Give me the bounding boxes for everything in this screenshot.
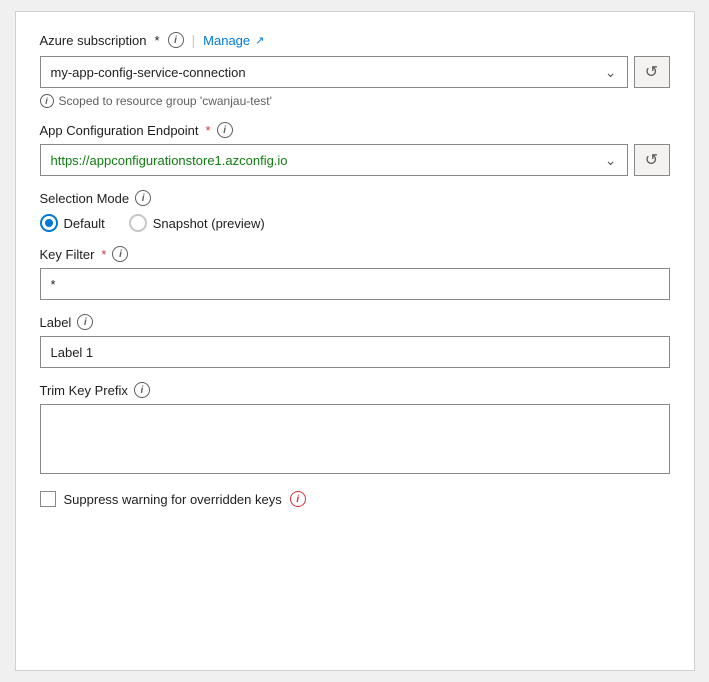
key-filter-label: Key Filter [40,247,95,262]
radio-row: Default Snapshot (preview) [40,214,670,232]
subscription-field: Azure subscription * i | Manage ↗ my-app… [40,32,670,108]
endpoint-label: App Configuration Endpoint [40,123,199,138]
label-label: Label [40,315,72,330]
subscription-dropdown-row: my-app-config-service-connection ⌄ ↺ [40,56,670,88]
scope-note: i Scoped to resource group 'cwanjau-test… [40,94,670,108]
endpoint-field: App Configuration Endpoint * i https://a… [40,122,670,176]
label-label-row: Label i [40,314,670,330]
endpoint-dropdown-row: https://appconfigurationstore1.azconfig.… [40,144,670,176]
trim-key-prefix-info-icon[interactable]: i [134,382,150,398]
radio-default-circle [40,214,58,232]
radio-snapshot[interactable]: Snapshot (preview) [129,214,265,232]
endpoint-dropdown[interactable]: https://appconfigurationstore1.azconfig.… [40,144,628,176]
trim-key-prefix-input[interactable] [40,404,670,474]
radio-snapshot-circle [129,214,147,232]
radio-default[interactable]: Default [40,214,105,232]
suppress-warning-info-icon[interactable]: i [290,491,306,507]
main-panel: Azure subscription * i | Manage ↗ my-app… [15,11,695,671]
endpoint-info-icon[interactable]: i [217,122,233,138]
label-field: Label i [40,314,670,368]
trim-key-prefix-label-row: Trim Key Prefix i [40,382,670,398]
endpoint-required: * [206,123,211,138]
endpoint-value: https://appconfigurationstore1.azconfig.… [51,153,288,168]
key-filter-required: * [101,247,106,262]
suppress-warning-label: Suppress warning for overridden keys [64,492,282,507]
label-info-icon[interactable]: i [77,314,93,330]
selection-mode-info-icon[interactable]: i [135,190,151,206]
radio-default-label: Default [64,216,105,231]
header-divider: | [192,32,196,48]
scope-info-icon: i [40,94,54,108]
trim-key-prefix-label: Trim Key Prefix [40,383,128,398]
subscription-dropdown[interactable]: my-app-config-service-connection ⌄ [40,56,628,88]
subscription-header: Azure subscription * i | Manage ↗ [40,32,670,48]
subscription-chevron: ⌄ [605,64,617,81]
key-filter-info-icon[interactable]: i [112,246,128,262]
selection-mode-section: Selection Mode i Default Snapshot (previ… [40,190,670,232]
subscription-info-icon[interactable]: i [168,32,184,48]
external-link-icon: ↗ [255,34,264,47]
suppress-warning-checkbox[interactable] [40,491,56,507]
endpoint-label-row: App Configuration Endpoint * i [40,122,670,138]
suppress-warning-row: Suppress warning for overridden keys i [40,491,670,507]
endpoint-refresh-button[interactable]: ↺ [634,144,670,176]
endpoint-chevron: ⌄ [605,152,617,169]
subscription-refresh-button[interactable]: ↺ [634,56,670,88]
trim-key-prefix-field: Trim Key Prefix i [40,382,670,477]
scope-note-text: Scoped to resource group 'cwanjau-test' [59,94,272,108]
selection-mode-label: Selection Mode [40,191,130,206]
subscription-label: Azure subscription [40,33,147,48]
radio-snapshot-label: Snapshot (preview) [153,216,265,231]
label-input[interactable] [40,336,670,368]
key-filter-label-row: Key Filter * i [40,246,670,262]
key-filter-field: Key Filter * i [40,246,670,300]
subscription-value: my-app-config-service-connection [51,65,246,80]
key-filter-input[interactable] [40,268,670,300]
subscription-required: * [154,33,159,48]
selection-mode-label-row: Selection Mode i [40,190,670,206]
manage-link[interactable]: Manage ↗ [203,33,264,48]
